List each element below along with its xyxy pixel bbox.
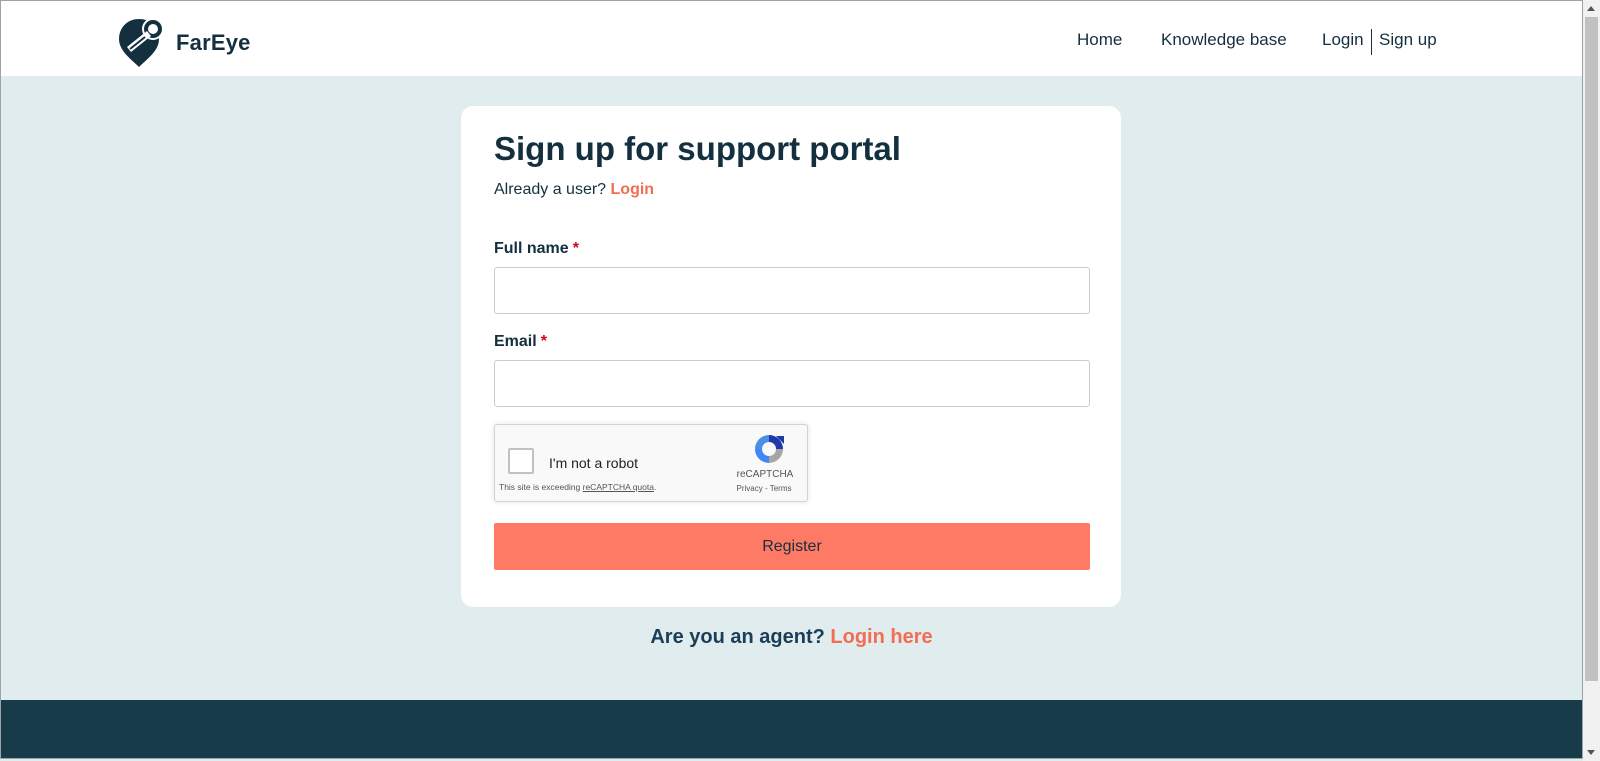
email-label: Email * (494, 333, 547, 351)
quota-prefix: This site is exceeding (499, 482, 583, 492)
recaptcha-icon (755, 435, 784, 463)
logo[interactable]: FarEye (117, 17, 251, 69)
already-user-text: Already a user? (494, 181, 607, 198)
required-marker: * (572, 240, 579, 257)
already-user-line: Already a user? Login (494, 181, 654, 199)
nav-signup[interactable]: Sign up (1379, 30, 1437, 50)
full-name-label-text: Full name (494, 240, 569, 257)
nav-home[interactable]: Home (1077, 30, 1122, 50)
agent-question: Are you an agent? (650, 626, 825, 648)
recaptcha-links: Privacy - Terms (731, 484, 797, 493)
quota-suffix: . (653, 482, 657, 492)
vertical-scrollbar[interactable] (1583, 0, 1600, 761)
quota-link[interactable]: reCAPTCHA quota (583, 482, 654, 492)
fareye-logo-icon (119, 18, 164, 67)
site-header: FarEye Home Knowledge base Login Sign up (1, 1, 1582, 76)
required-marker: * (540, 333, 547, 350)
full-name-label: Full name * (494, 240, 579, 258)
recaptcha-checkbox[interactable] (508, 448, 534, 474)
agent-login-line: Are you an agent? Login here (0, 626, 1583, 649)
agent-login-link[interactable]: Login here (830, 626, 932, 648)
scroll-down-arrow-icon[interactable] (1583, 744, 1600, 761)
brand-name: FarEye (176, 30, 251, 55)
nav-divider (1371, 29, 1372, 55)
email-input[interactable] (494, 360, 1090, 407)
site-footer (1, 700, 1582, 759)
recaptcha-brand: reCAPTCHA (736, 469, 794, 480)
recaptcha-privacy-link[interactable]: Privacy (737, 484, 763, 493)
nav-login[interactable]: Login (1322, 30, 1364, 50)
email-label-text: Email (494, 333, 537, 350)
recaptcha-widget: I'm not a robot This site is exceeding r… (494, 424, 808, 502)
scroll-up-arrow-icon[interactable] (1583, 0, 1600, 17)
page-title: Sign up for support portal (494, 130, 901, 167)
register-button[interactable]: Register (494, 523, 1090, 570)
scrollbar-thumb[interactable] (1585, 17, 1598, 681)
full-name-input[interactable] (494, 267, 1090, 314)
recaptcha-label: I'm not a robot (549, 455, 639, 471)
signup-card: Sign up for support portal Already a use… (461, 106, 1121, 607)
nav-knowledge-base[interactable]: Knowledge base (1161, 30, 1287, 50)
recaptcha-quota-notice: This site is exceeding reCAPTCHA quota. (499, 482, 656, 492)
recaptcha-links-sep: - (762, 484, 770, 493)
login-link[interactable]: Login (611, 181, 655, 198)
recaptcha-terms-link[interactable]: Terms (770, 484, 792, 493)
